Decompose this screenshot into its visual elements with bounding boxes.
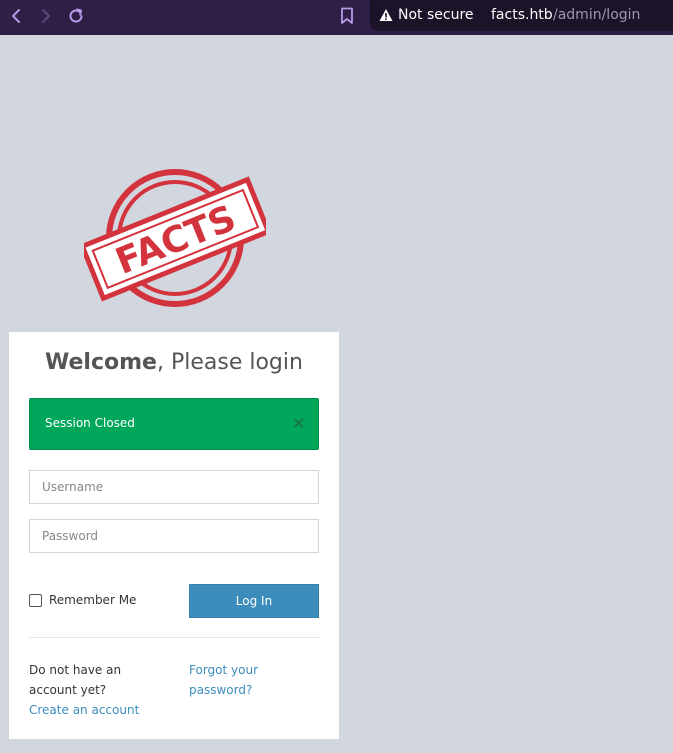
create-account-link[interactable]: Create an account xyxy=(29,703,139,717)
no-account-text: Do not have an account yet? xyxy=(29,663,122,697)
password-input[interactable] xyxy=(29,519,319,553)
username-input[interactable] xyxy=(29,470,319,504)
url-path: /admin/login xyxy=(553,7,641,23)
login-button[interactable]: Log In xyxy=(189,584,319,618)
reload-icon xyxy=(69,8,83,23)
forgot-password-link[interactable]: Forgot your password? xyxy=(189,663,258,697)
bookmark-button[interactable] xyxy=(336,5,358,27)
address-bar[interactable]: Not secure facts.htb /admin/login xyxy=(370,0,673,31)
forgot-password: Forgot your password? xyxy=(189,660,309,700)
signup-prompt: Do not have an account yet? Create an ac… xyxy=(29,660,159,720)
bookmark-icon xyxy=(341,7,353,24)
url-host: facts.htb xyxy=(491,7,553,23)
facts-logo: FACTS xyxy=(84,169,266,307)
remember-me[interactable]: Remember Me xyxy=(29,593,136,607)
chevron-left-icon xyxy=(12,9,20,23)
divider xyxy=(29,637,319,638)
page-title: Welcome, Please login xyxy=(45,350,303,375)
forward-button[interactable] xyxy=(35,5,57,27)
back-button[interactable] xyxy=(5,5,27,27)
browser-toolbar: Not secure facts.htb /admin/login xyxy=(0,0,673,35)
chevron-right-icon xyxy=(42,9,50,23)
login-card: Welcome, Please login Session Closed × R… xyxy=(9,332,339,739)
security-status[interactable]: Not secure xyxy=(398,7,474,23)
alert-message: Session Closed xyxy=(45,416,135,430)
reload-button[interactable] xyxy=(65,5,87,27)
close-icon[interactable]: × xyxy=(292,413,305,432)
remember-label: Remember Me xyxy=(49,593,137,607)
session-alert: Session Closed × xyxy=(29,398,319,450)
warning-icon xyxy=(379,9,393,21)
remember-checkbox[interactable] xyxy=(29,593,42,607)
